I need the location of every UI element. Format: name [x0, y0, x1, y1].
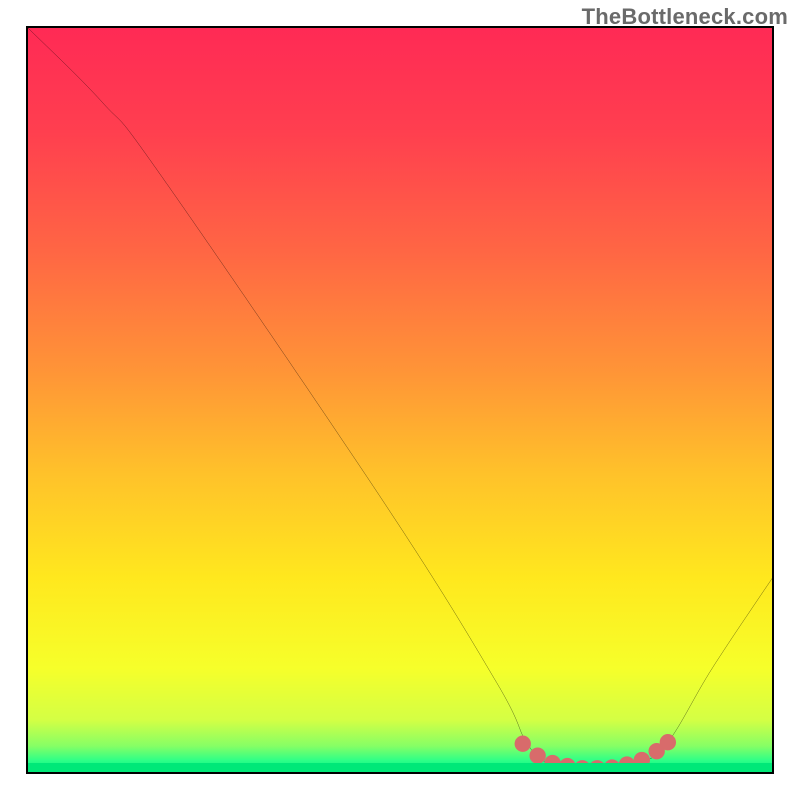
chart-curve-layer [28, 28, 772, 772]
marker-dot [529, 747, 545, 763]
marker-dot [660, 734, 676, 750]
watermark-text: TheBottleneck.com [582, 4, 788, 30]
green-baseline-strip [28, 763, 772, 772]
marker-dot [515, 736, 531, 752]
bottleneck-curve [28, 28, 772, 768]
chart-frame [26, 26, 774, 774]
